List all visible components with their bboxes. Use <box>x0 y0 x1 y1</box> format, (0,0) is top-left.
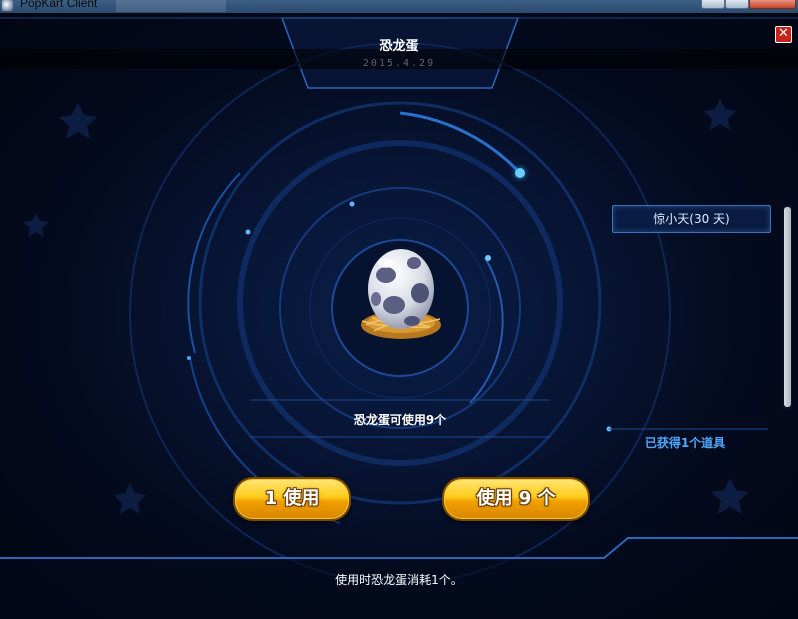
scrollbar-thumb[interactable] <box>784 207 791 407</box>
window-titlebar: PopKart Client <box>0 0 798 13</box>
item-use-dialog: 恐龙蛋 2015.4.29 ✕ 惊小天(30 天) 已获得1个道具 恐龙蛋可使用… <box>0 13 798 619</box>
reward-scrollbar[interactable] <box>783 205 792 410</box>
close-icon[interactable]: ✕ <box>775 26 792 43</box>
usable-count-text: 恐龙蛋可使用9个 <box>353 413 447 427</box>
titlebar-blurred-region <box>116 0 226 12</box>
window-title: PopKart Client <box>20 0 98 10</box>
popkart-app-icon <box>2 0 13 11</box>
use-one-button[interactable]: 1 使用 <box>233 477 351 521</box>
minimize-button[interactable] <box>701 0 725 9</box>
use-all-button[interactable]: 使用 9 个 <box>442 477 590 521</box>
acquired-items-text: 已获得1个道具 <box>644 436 726 450</box>
consume-note-text: 使用时恐龙蛋消耗1个。 <box>335 573 463 587</box>
dinosaur-egg-in-nest-icon <box>354 241 448 345</box>
window-close-button[interactable] <box>749 0 796 9</box>
maximize-button[interactable] <box>725 0 749 9</box>
item-date: 2015.4.29 <box>362 58 436 69</box>
item-name-title: 恐龙蛋 <box>379 39 419 54</box>
reward-item-entry[interactable]: 惊小天(30 天) <box>612 205 771 233</box>
